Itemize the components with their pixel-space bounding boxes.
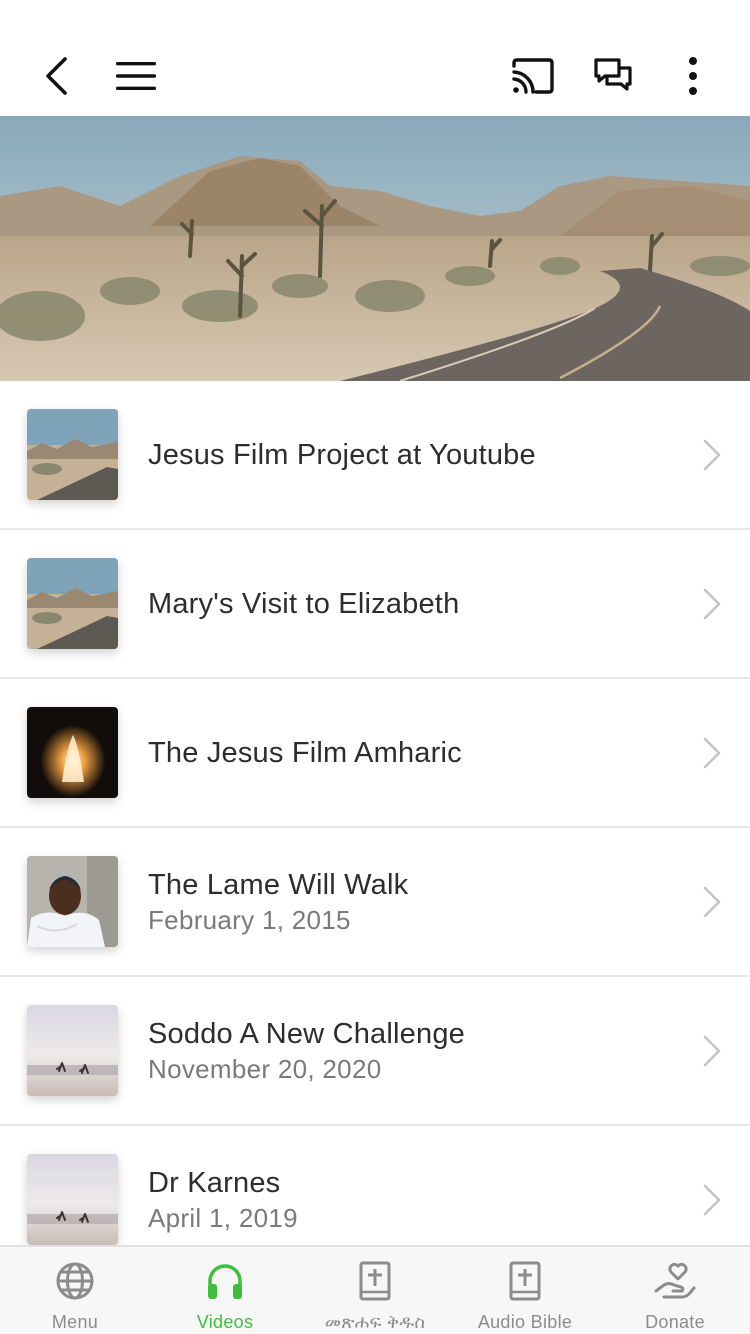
chevron-right-icon bbox=[703, 1184, 721, 1216]
bible-icon bbox=[503, 1259, 547, 1303]
app-screen: Jesus Film Project at Youtube Mary's Vis… bbox=[0, 0, 750, 1334]
bottom-tab-bar: Menu Videos መጽሐፍ ቅዱስ Audio Bible Donate bbox=[0, 1245, 750, 1334]
tab-label: Audio Bible bbox=[477, 1312, 573, 1332]
cast-icon bbox=[512, 58, 554, 94]
list-item[interactable]: Soddo A New Challenge November 20, 2020 bbox=[0, 977, 750, 1126]
bible-icon bbox=[353, 1259, 397, 1303]
chat-button[interactable] bbox=[587, 50, 639, 102]
item-title: The Jesus Film Amharic bbox=[148, 736, 462, 769]
item-title: Jesus Film Project at Youtube bbox=[148, 438, 536, 471]
item-date: April 1, 2019 bbox=[148, 1202, 298, 1233]
donate-hand-heart-icon bbox=[653, 1259, 697, 1303]
tab-label: Donate bbox=[645, 1312, 705, 1332]
top-nav-bar bbox=[0, 0, 750, 116]
thumbnail-image bbox=[27, 409, 118, 500]
tab-bible[interactable]: መጽሐፍ ቅዱስ bbox=[300, 1247, 450, 1334]
tab-donate[interactable]: Donate bbox=[600, 1247, 750, 1334]
tab-menu[interactable]: Menu bbox=[0, 1247, 150, 1334]
tab-label: Videos bbox=[196, 1312, 254, 1332]
item-text: The Jesus Film Amharic bbox=[148, 679, 668, 826]
chevron-right-icon bbox=[703, 588, 721, 620]
cast-button[interactable] bbox=[507, 50, 559, 102]
item-text: The Lame Will Walk February 1, 2015 bbox=[148, 828, 668, 975]
item-title: The Lame Will Walk bbox=[148, 868, 409, 901]
thumbnail-image bbox=[27, 558, 118, 649]
more-vertical-icon bbox=[689, 57, 697, 95]
hero-banner-image bbox=[0, 116, 750, 381]
back-button[interactable] bbox=[30, 50, 82, 102]
tab-label: Menu bbox=[51, 1312, 99, 1332]
item-text: Soddo A New Challenge November 20, 2020 bbox=[148, 977, 668, 1124]
item-date: November 20, 2020 bbox=[148, 1053, 382, 1084]
item-date: February 1, 2015 bbox=[148, 904, 351, 935]
headphones-icon bbox=[203, 1259, 247, 1303]
chevron-right-icon bbox=[703, 737, 721, 769]
back-icon bbox=[46, 57, 67, 95]
item-title: Soddo A New Challenge bbox=[148, 1017, 465, 1050]
thumbnail-image bbox=[27, 1154, 118, 1245]
list-item[interactable]: The Jesus Film Amharic bbox=[0, 679, 750, 828]
list-item[interactable]: Jesus Film Project at Youtube bbox=[0, 381, 750, 530]
item-title: Dr Karnes bbox=[148, 1166, 281, 1199]
tab-videos[interactable]: Videos bbox=[150, 1247, 300, 1334]
chat-icon bbox=[594, 58, 632, 91]
list-item[interactable]: Mary's Visit to Elizabeth bbox=[0, 530, 750, 679]
more-options-button[interactable] bbox=[667, 50, 719, 102]
item-text: Mary's Visit to Elizabeth bbox=[148, 530, 668, 677]
thumbnail-image bbox=[27, 707, 118, 798]
globe-icon bbox=[53, 1259, 97, 1303]
thumbnail-image bbox=[27, 1005, 118, 1096]
thumbnail-image bbox=[27, 856, 118, 947]
list-item[interactable]: The Lame Will Walk February 1, 2015 bbox=[0, 828, 750, 977]
video-list: Jesus Film Project at Youtube Mary's Vis… bbox=[0, 381, 750, 1275]
hamburger-menu-button[interactable] bbox=[110, 50, 162, 102]
chevron-right-icon bbox=[703, 439, 721, 471]
item-title: Mary's Visit to Elizabeth bbox=[148, 587, 460, 620]
hamburger-menu-icon bbox=[116, 62, 156, 90]
chevron-right-icon bbox=[703, 886, 721, 918]
item-text: Jesus Film Project at Youtube bbox=[148, 381, 668, 528]
chevron-right-icon bbox=[703, 1035, 721, 1067]
tab-audio-bible[interactable]: Audio Bible bbox=[450, 1247, 600, 1334]
tab-label: መጽሐፍ ቅዱስ bbox=[324, 1312, 426, 1332]
